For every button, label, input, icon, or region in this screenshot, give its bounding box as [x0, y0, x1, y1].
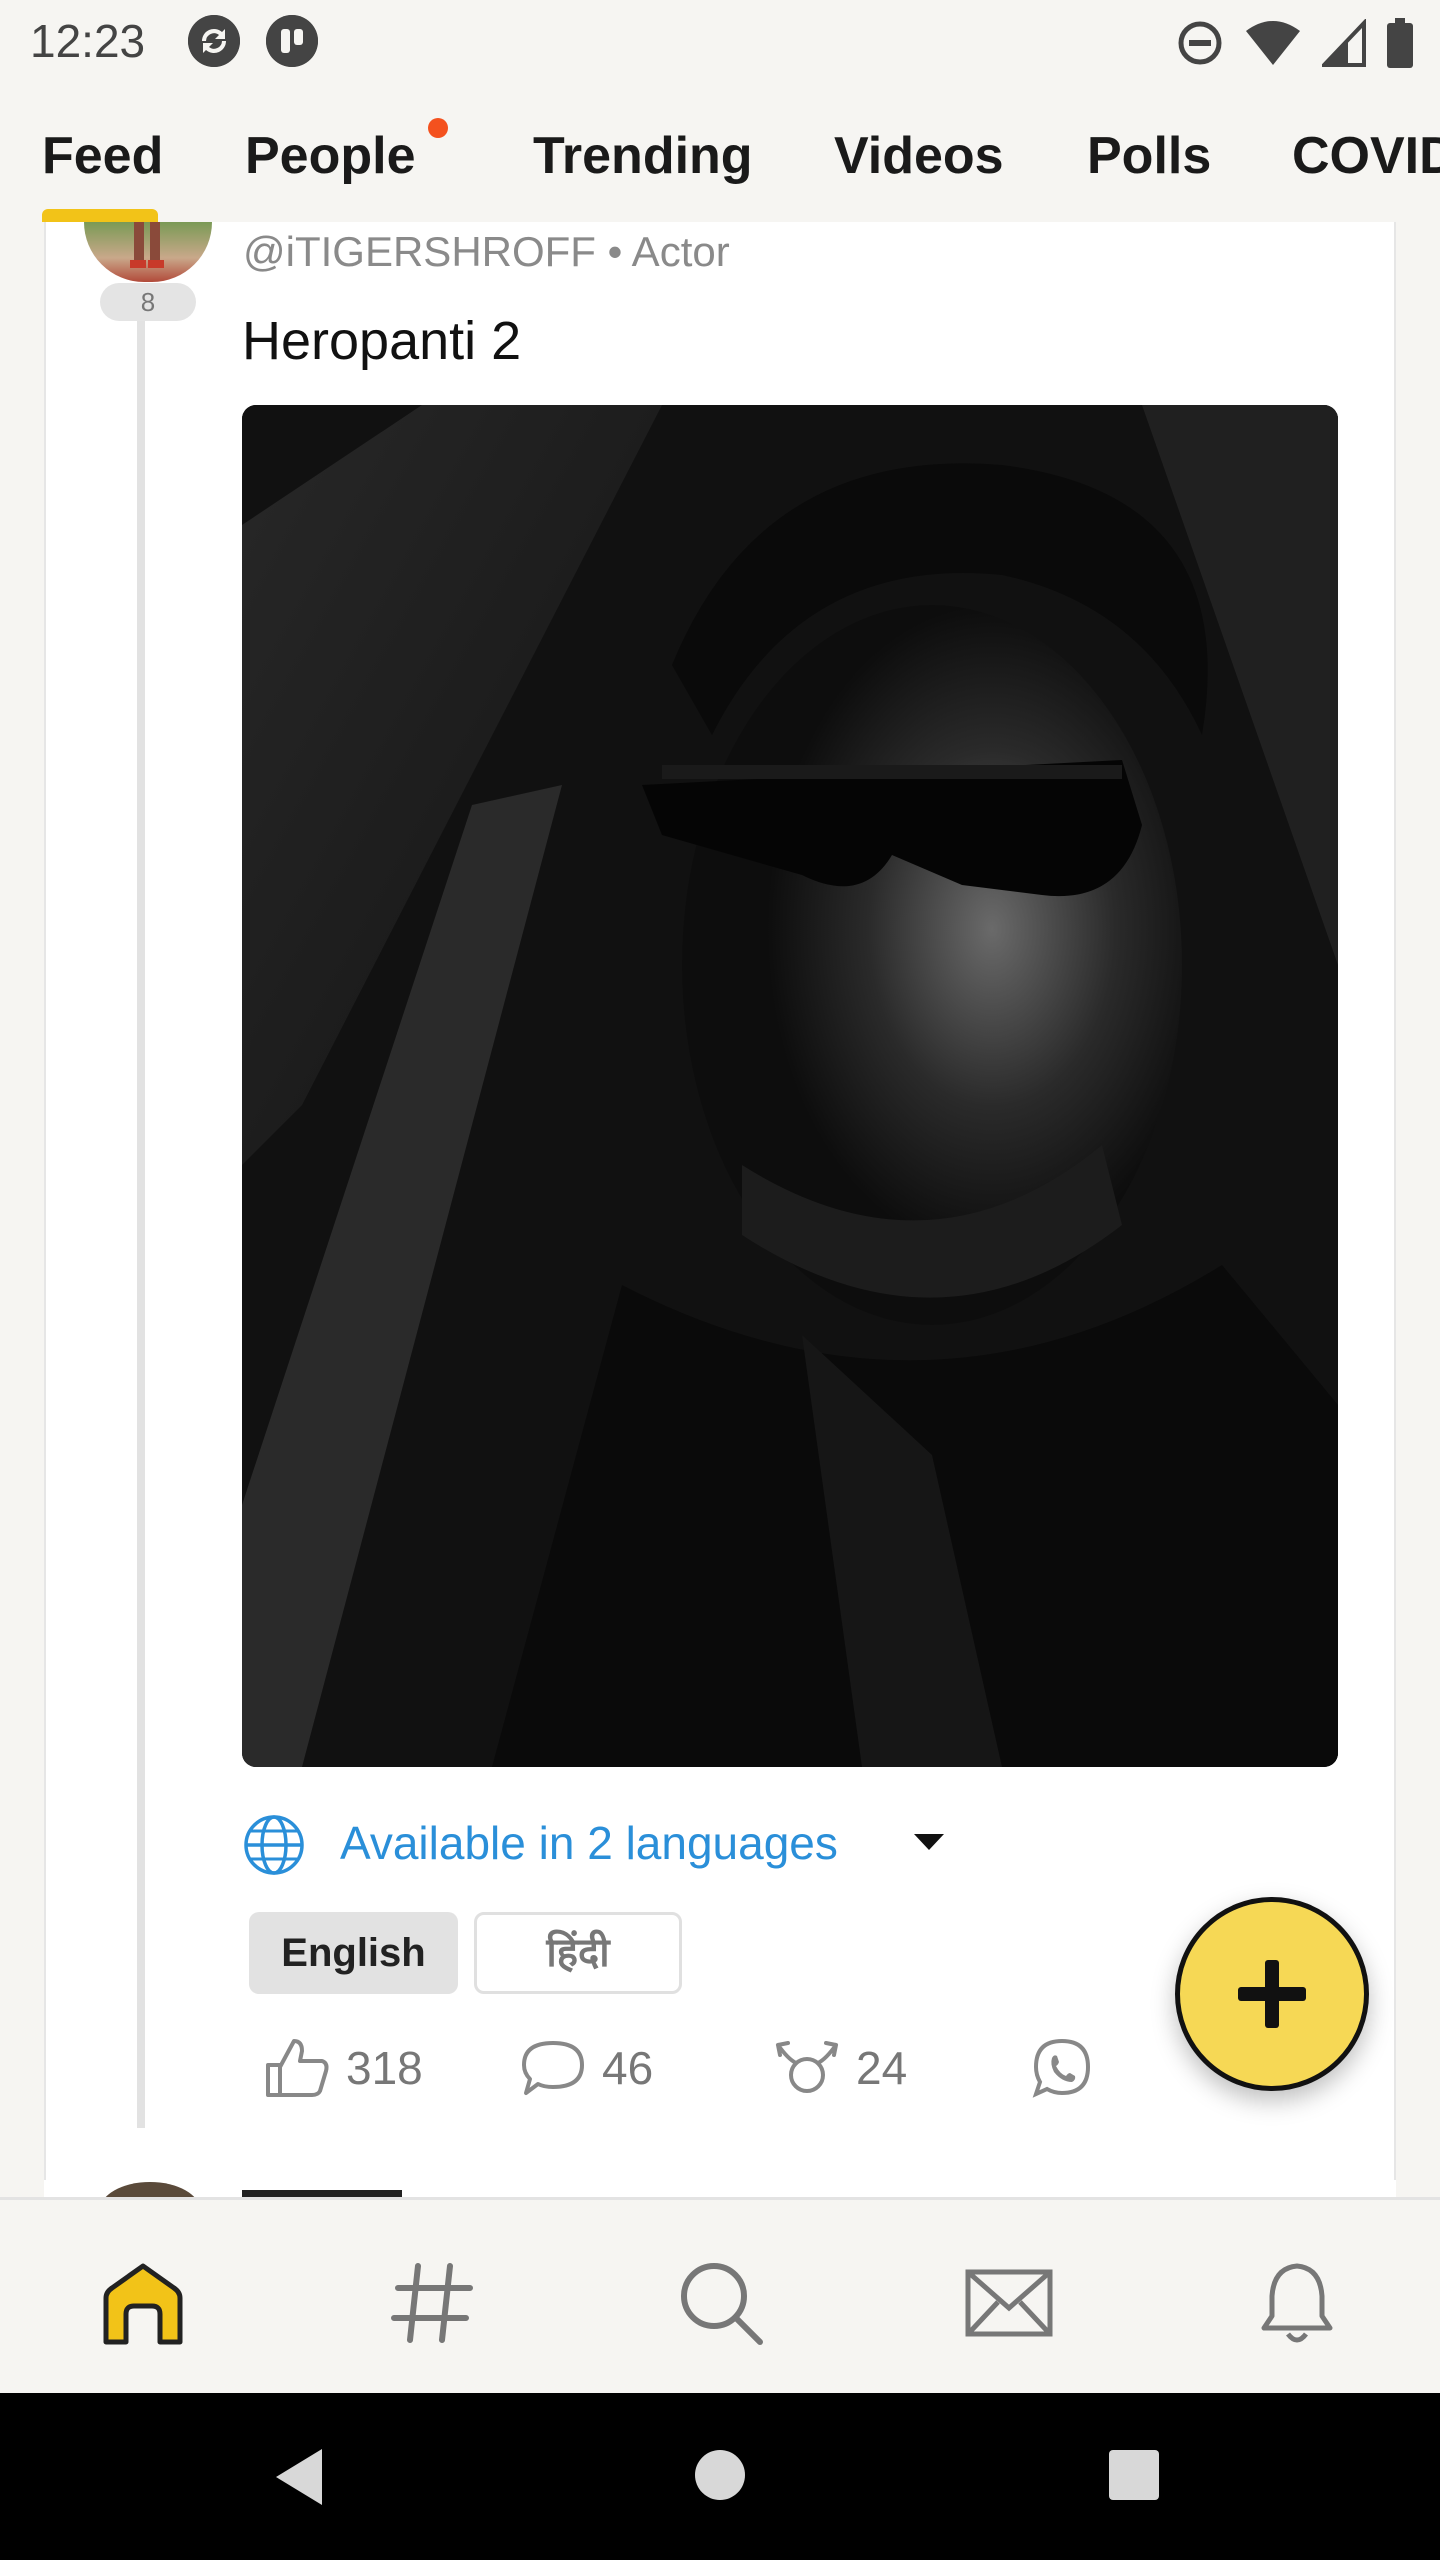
avatar-badge: 8: [100, 283, 196, 321]
like-count: 318: [346, 2042, 423, 2094]
feed-tabs: Feed People Trending Videos Polls COVID: [0, 86, 1440, 222]
next-post-peek: [44, 2180, 1396, 2197]
languages-toggle[interactable]: Available in 2 languages: [340, 1816, 838, 1870]
wifi-icon: [1246, 21, 1300, 65]
notification-dot: [428, 118, 448, 138]
thread-line: [137, 318, 145, 2128]
chevron-down-icon[interactable]: [914, 1834, 944, 1850]
system-nav-bar: [0, 2393, 1440, 2560]
status-icons: [1176, 18, 1414, 68]
rekoo-icon: [776, 2041, 838, 2093]
plus-icon: [1238, 1960, 1306, 2028]
battery-icon: [1387, 18, 1413, 68]
create-post-button[interactable]: [1175, 1897, 1369, 2091]
thumbs-up-icon: [266, 2039, 329, 2097]
app-icon: [266, 15, 318, 67]
rekoo-count: 24: [856, 2042, 908, 2094]
bottom-nav: [0, 2197, 1440, 2393]
language-chip-hindi[interactable]: हिंदी: [474, 1912, 682, 1994]
post-handle[interactable]: @iTIGERSHROFF • Actor: [243, 228, 730, 276]
hashtag-icon[interactable]: [388, 2258, 478, 2348]
status-time: 12:23: [30, 15, 146, 67]
whatsapp-icon: [1032, 2038, 1091, 2098]
post-image[interactable]: [242, 405, 1338, 1767]
recents-icon[interactable]: [1108, 2449, 1160, 2501]
home-circle-icon[interactable]: [694, 2449, 746, 2501]
whatsapp-share-button[interactable]: [1030, 2036, 1094, 2100]
comment-count: 46: [602, 2042, 654, 2094]
signal-icon: [1322, 19, 1366, 67]
mail-icon[interactable]: [964, 2258, 1054, 2348]
tab-covid[interactable]: COVID: [1292, 126, 1440, 186]
like-button[interactable]: 318: [264, 2036, 423, 2100]
tab-people[interactable]: People: [245, 126, 416, 186]
search-icon[interactable]: [676, 2258, 766, 2348]
comment-icon: [522, 2041, 584, 2095]
rekoo-button[interactable]: 24: [774, 2036, 907, 2100]
tab-feed[interactable]: Feed: [42, 126, 163, 186]
active-tab-indicator: [42, 209, 158, 222]
tab-trending[interactable]: Trending: [533, 126, 753, 186]
status-bar: 12:23: [0, 0, 1440, 86]
tab-polls[interactable]: Polls: [1087, 126, 1211, 186]
dnd-icon: [1178, 21, 1222, 65]
bell-icon[interactable]: [1252, 2258, 1342, 2348]
comment-button[interactable]: 46: [520, 2036, 653, 2100]
language-chip-english[interactable]: English: [249, 1912, 458, 1994]
post-title: Heropanti 2: [242, 311, 522, 371]
globe-icon: [244, 1815, 304, 1875]
sync-icon: [188, 15, 240, 67]
back-icon[interactable]: [270, 2445, 330, 2509]
tab-videos[interactable]: Videos: [834, 126, 1004, 186]
home-icon[interactable]: [98, 2258, 188, 2348]
